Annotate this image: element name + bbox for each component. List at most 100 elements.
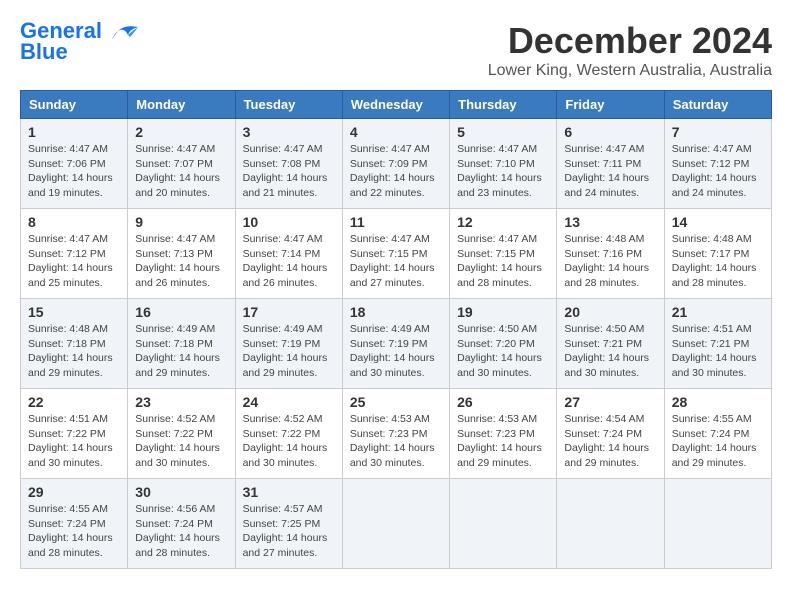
calendar-cell: 7 Sunrise: 4:47 AM Sunset: 7:12 PM Daylig… bbox=[664, 119, 771, 209]
day-info: Sunrise: 4:50 AM Sunset: 7:21 PM Dayligh… bbox=[564, 322, 656, 381]
calendar-cell: 10 Sunrise: 4:47 AM Sunset: 7:14 PM Dayli… bbox=[235, 209, 342, 299]
day-info: Sunrise: 4:55 AM Sunset: 7:24 PM Dayligh… bbox=[28, 502, 120, 561]
day-number: 3 bbox=[243, 124, 335, 140]
day-number: 16 bbox=[135, 304, 227, 320]
calendar-week-5: 29 Sunrise: 4:55 AM Sunset: 7:24 PM Dayli… bbox=[21, 479, 772, 569]
day-number: 25 bbox=[350, 394, 442, 410]
calendar-subtitle: Lower King, Western Australia, Australia bbox=[488, 62, 772, 80]
day-number: 23 bbox=[135, 394, 227, 410]
calendar-cell: 16 Sunrise: 4:49 AM Sunset: 7:18 PM Dayli… bbox=[128, 299, 235, 389]
day-info: Sunrise: 4:57 AM Sunset: 7:25 PM Dayligh… bbox=[243, 502, 335, 561]
calendar-cell: 2 Sunrise: 4:47 AM Sunset: 7:07 PM Daylig… bbox=[128, 119, 235, 209]
calendar-cell: 19Sunrise: 4:50 AM Sunset: 7:20 PM Dayli… bbox=[450, 299, 557, 389]
calendar-week-2: 8Sunrise: 4:47 AM Sunset: 7:12 PM Daylig… bbox=[21, 209, 772, 299]
day-number: 26 bbox=[457, 394, 549, 410]
day-info: Sunrise: 4:47 AM Sunset: 7:15 PM Dayligh… bbox=[350, 232, 442, 291]
day-info: Sunrise: 4:47 AM Sunset: 7:13 PM Dayligh… bbox=[135, 232, 227, 291]
day-info: Sunrise: 4:51 AM Sunset: 7:22 PM Dayligh… bbox=[28, 412, 120, 471]
calendar-cell: 14 Sunrise: 4:48 AM Sunset: 7:17 PM Dayli… bbox=[664, 209, 771, 299]
calendar-cell: 4 Sunrise: 4:47 AM Sunset: 7:09 PM Daylig… bbox=[342, 119, 449, 209]
day-number: 7 bbox=[672, 124, 764, 140]
title-section: December 2024 Lower King, Western Austra… bbox=[488, 20, 772, 80]
calendar-cell: 12 Sunrise: 4:47 AM Sunset: 7:15 PM Dayli… bbox=[450, 209, 557, 299]
calendar-cell: 18Sunrise: 4:49 AM Sunset: 7:19 PM Dayli… bbox=[342, 299, 449, 389]
day-number: 13 bbox=[564, 214, 656, 230]
calendar-cell: 25 Sunrise: 4:53 AM Sunset: 7:23 PM Dayli… bbox=[342, 389, 449, 479]
day-number: 19 bbox=[457, 304, 549, 320]
day-number: 10 bbox=[243, 214, 335, 230]
day-number: 2 bbox=[135, 124, 227, 140]
day-info: Sunrise: 4:53 AM Sunset: 7:23 PM Dayligh… bbox=[350, 412, 442, 471]
header-thursday: Thursday bbox=[450, 91, 557, 119]
calendar-cell: 23 Sunrise: 4:52 AM Sunset: 7:22 PM Dayli… bbox=[128, 389, 235, 479]
day-number: 8 bbox=[28, 214, 120, 230]
calendar-cell: 29 Sunrise: 4:55 AM Sunset: 7:24 PM Dayli… bbox=[21, 479, 128, 569]
calendar-cell: 5 Sunrise: 4:47 AM Sunset: 7:10 PM Daylig… bbox=[450, 119, 557, 209]
day-info: Sunrise: 4:47 AM Sunset: 7:15 PM Dayligh… bbox=[457, 232, 549, 291]
calendar-cell: 30 Sunrise: 4:56 AM Sunset: 7:24 PM Dayli… bbox=[128, 479, 235, 569]
day-info: Sunrise: 4:47 AM Sunset: 7:10 PM Dayligh… bbox=[457, 142, 549, 201]
day-number: 9 bbox=[135, 214, 227, 230]
calendar-cell bbox=[450, 479, 557, 569]
calendar-week-1: 1 Sunrise: 4:47 AM Sunset: 7:06 PM Daylig… bbox=[21, 119, 772, 209]
day-info: Sunrise: 4:49 AM Sunset: 7:18 PM Dayligh… bbox=[135, 322, 227, 381]
day-info: Sunrise: 4:56 AM Sunset: 7:24 PM Dayligh… bbox=[135, 502, 227, 561]
day-number: 20 bbox=[564, 304, 656, 320]
calendar-cell: 8Sunrise: 4:47 AM Sunset: 7:12 PM Daylig… bbox=[21, 209, 128, 299]
day-info: Sunrise: 4:49 AM Sunset: 7:19 PM Dayligh… bbox=[243, 322, 335, 381]
day-number: 1 bbox=[28, 124, 120, 140]
day-info: Sunrise: 4:52 AM Sunset: 7:22 PM Dayligh… bbox=[243, 412, 335, 471]
day-info: Sunrise: 4:49 AM Sunset: 7:19 PM Dayligh… bbox=[350, 322, 442, 381]
logo: General Blue bbox=[20, 20, 140, 65]
calendar-cell: 31 Sunrise: 4:57 AM Sunset: 7:25 PM Dayli… bbox=[235, 479, 342, 569]
calendar-cell bbox=[664, 479, 771, 569]
calendar-title: December 2024 bbox=[488, 20, 772, 62]
day-info: Sunrise: 4:52 AM Sunset: 7:22 PM Dayligh… bbox=[135, 412, 227, 471]
calendar-week-3: 15Sunrise: 4:48 AM Sunset: 7:18 PM Dayli… bbox=[21, 299, 772, 389]
calendar-cell: 20 Sunrise: 4:50 AM Sunset: 7:21 PM Dayli… bbox=[557, 299, 664, 389]
day-number: 15 bbox=[28, 304, 120, 320]
calendar-cell: 22 Sunrise: 4:51 AM Sunset: 7:22 PM Dayli… bbox=[21, 389, 128, 479]
day-info: Sunrise: 4:55 AM Sunset: 7:24 PM Dayligh… bbox=[672, 412, 764, 471]
calendar-cell: 21 Sunrise: 4:51 AM Sunset: 7:21 PM Dayli… bbox=[664, 299, 771, 389]
day-info: Sunrise: 4:47 AM Sunset: 7:09 PM Dayligh… bbox=[350, 142, 442, 201]
calendar-cell: 26 Sunrise: 4:53 AM Sunset: 7:23 PM Dayli… bbox=[450, 389, 557, 479]
day-info: Sunrise: 4:47 AM Sunset: 7:06 PM Dayligh… bbox=[28, 142, 120, 201]
day-number: 28 bbox=[672, 394, 764, 410]
day-number: 4 bbox=[350, 124, 442, 140]
calendar-cell: 24 Sunrise: 4:52 AM Sunset: 7:22 PM Dayli… bbox=[235, 389, 342, 479]
header-friday: Friday bbox=[557, 91, 664, 119]
day-number: 5 bbox=[457, 124, 549, 140]
day-number: 22 bbox=[28, 394, 120, 410]
page-header: General Blue December 2024 Lower King, W… bbox=[20, 20, 772, 80]
day-info: Sunrise: 4:47 AM Sunset: 7:11 PM Dayligh… bbox=[564, 142, 656, 201]
header-monday: Monday bbox=[128, 91, 235, 119]
day-info: Sunrise: 4:53 AM Sunset: 7:23 PM Dayligh… bbox=[457, 412, 549, 471]
day-info: Sunrise: 4:48 AM Sunset: 7:16 PM Dayligh… bbox=[564, 232, 656, 291]
header-tuesday: Tuesday bbox=[235, 91, 342, 119]
calendar-cell: 28 Sunrise: 4:55 AM Sunset: 7:24 PM Dayli… bbox=[664, 389, 771, 479]
day-number: 29 bbox=[28, 484, 120, 500]
day-info: Sunrise: 4:48 AM Sunset: 7:17 PM Dayligh… bbox=[672, 232, 764, 291]
calendar-cell: 17Sunrise: 4:49 AM Sunset: 7:19 PM Dayli… bbox=[235, 299, 342, 389]
day-info: Sunrise: 4:51 AM Sunset: 7:21 PM Dayligh… bbox=[672, 322, 764, 381]
day-info: Sunrise: 4:47 AM Sunset: 7:08 PM Dayligh… bbox=[243, 142, 335, 201]
logo-bird-icon bbox=[110, 21, 140, 43]
calendar-table: Sunday Monday Tuesday Wednesday Thursday… bbox=[20, 90, 772, 569]
day-number: 31 bbox=[243, 484, 335, 500]
calendar-cell: 6 Sunrise: 4:47 AM Sunset: 7:11 PM Daylig… bbox=[557, 119, 664, 209]
day-info: Sunrise: 4:47 AM Sunset: 7:07 PM Dayligh… bbox=[135, 142, 227, 201]
day-number: 6 bbox=[564, 124, 656, 140]
day-info: Sunrise: 4:47 AM Sunset: 7:14 PM Dayligh… bbox=[243, 232, 335, 291]
day-info: Sunrise: 4:47 AM Sunset: 7:12 PM Dayligh… bbox=[672, 142, 764, 201]
day-number: 12 bbox=[457, 214, 549, 230]
calendar-cell: 3 Sunrise: 4:47 AM Sunset: 7:08 PM Daylig… bbox=[235, 119, 342, 209]
day-number: 21 bbox=[672, 304, 764, 320]
day-number: 14 bbox=[672, 214, 764, 230]
day-number: 27 bbox=[564, 394, 656, 410]
day-number: 24 bbox=[243, 394, 335, 410]
day-info: Sunrise: 4:54 AM Sunset: 7:24 PM Dayligh… bbox=[564, 412, 656, 471]
day-number: 30 bbox=[135, 484, 227, 500]
calendar-cell: 9 Sunrise: 4:47 AM Sunset: 7:13 PM Daylig… bbox=[128, 209, 235, 299]
header-wednesday: Wednesday bbox=[342, 91, 449, 119]
